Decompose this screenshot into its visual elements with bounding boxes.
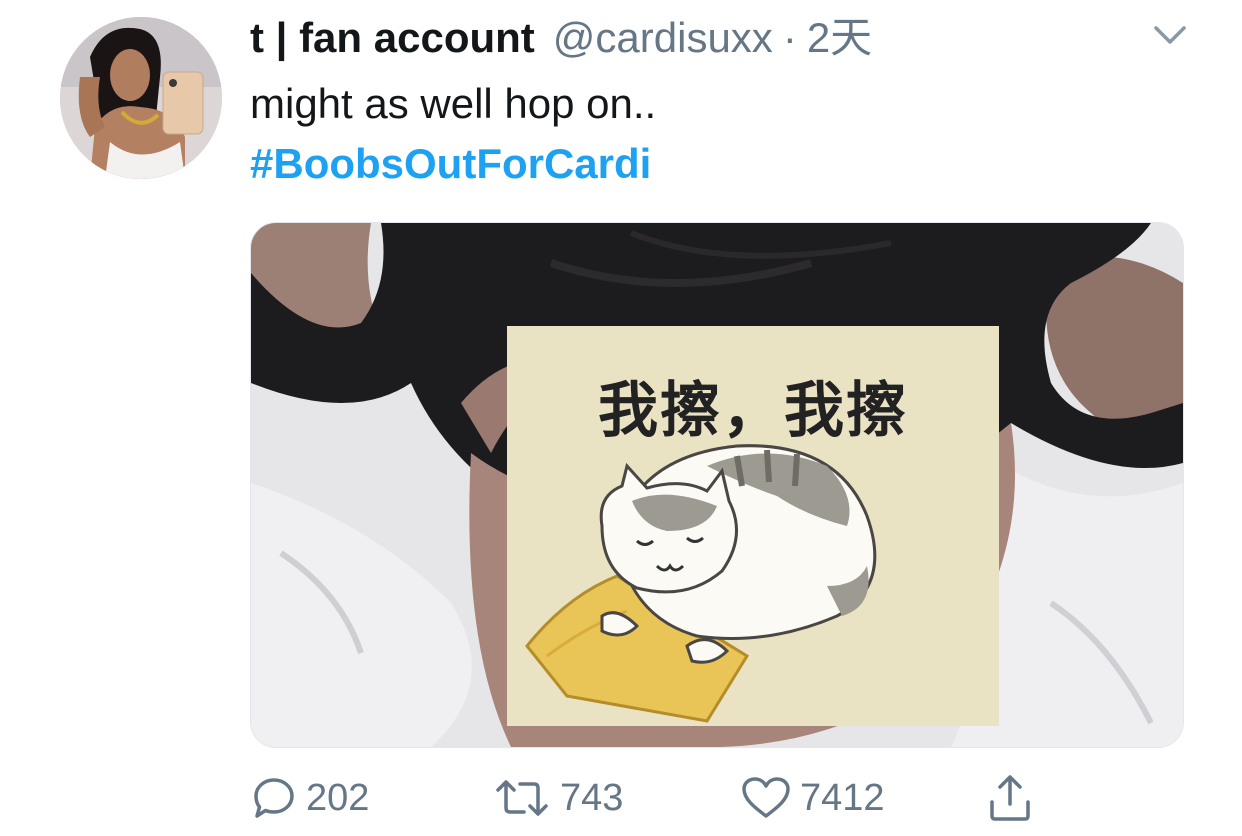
display-name[interactable]: t | fan account [250, 12, 535, 64]
sticker-meme: 我擦，我擦 [507, 326, 999, 726]
reply-count: 202 [306, 776, 370, 819]
tweet-text: might as well hop on.. [250, 80, 657, 127]
like-icon [742, 777, 790, 818]
retweet-count: 743 [560, 776, 624, 819]
retweet-icon [496, 780, 548, 816]
tweet-media[interactable]: 我擦，我擦 [250, 222, 1184, 748]
tweet-header: t | fan account @cardisuxx · 2天 [250, 12, 872, 64]
tweet: t | fan account @cardisuxx · 2天 might as… [0, 0, 1242, 836]
tweet-actions: 202 743 7412 [250, 770, 1050, 826]
separator-dot: · [782, 14, 797, 61]
cat-illustration [525, 444, 877, 723]
reply-button[interactable]: 202 [250, 770, 369, 826]
share-button[interactable] [986, 770, 1034, 826]
user-handle[interactable]: @cardisuxx [553, 12, 773, 64]
timestamp[interactable]: 2天 [807, 12, 872, 64]
share-icon [990, 775, 1030, 821]
avatar[interactable] [60, 17, 222, 179]
chevron-down-icon[interactable] [1150, 20, 1190, 50]
avatar-image [60, 17, 222, 179]
like-button[interactable]: 7412 [740, 770, 885, 826]
like-count: 7412 [800, 776, 885, 819]
retweet-button[interactable]: 743 [492, 770, 623, 826]
hashtag-link[interactable]: #BoobsOutForCardi [250, 136, 651, 192]
reply-icon [254, 778, 294, 818]
